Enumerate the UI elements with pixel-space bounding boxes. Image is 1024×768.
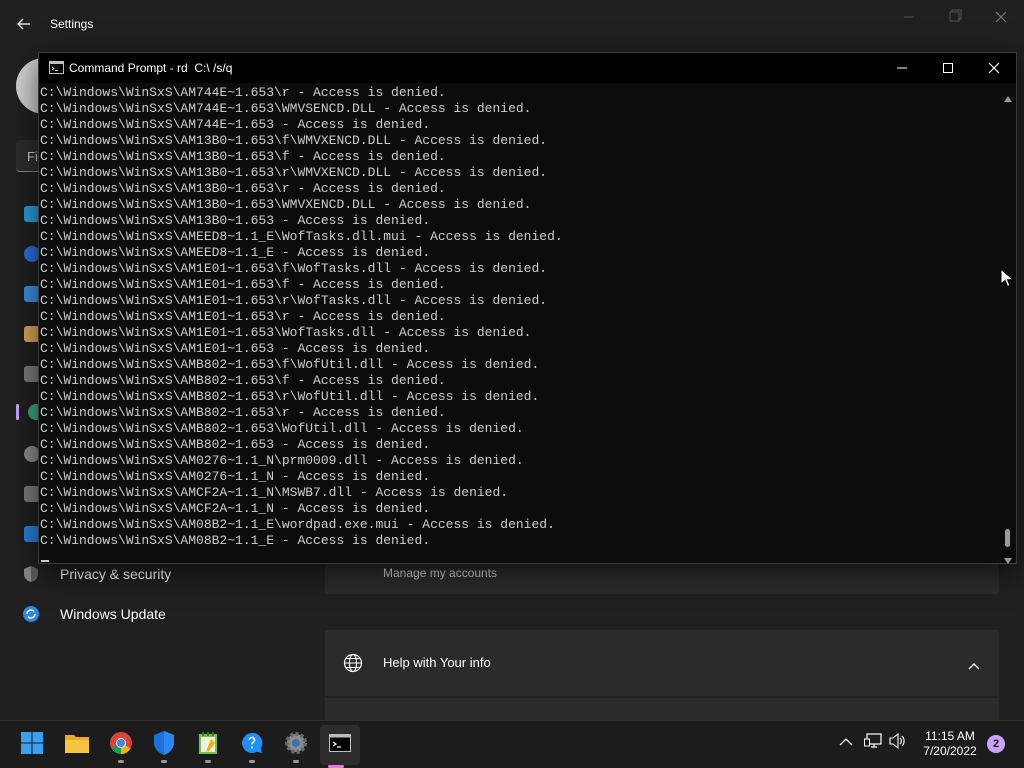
show-hidden-icons-button[interactable] [836, 733, 856, 753]
network-button[interactable] [863, 732, 883, 754]
chrome-icon [109, 731, 133, 760]
command-prompt-window: Command Prompt - rd C:\ /s/q C:\Windows\… [38, 52, 1017, 564]
clock-date: 7/20/2022 [923, 744, 977, 758]
cmd-close-button[interactable] [971, 53, 1017, 83]
sidebar-item-windows-update[interactable]: Windows Update [22, 599, 166, 629]
console-line: C:\Windows\WinSxS\AMCF2A~1.1_N - Access … [40, 501, 431, 516]
help-with-info-text: Help with Your info [383, 655, 491, 670]
console-line: C:\Windows\WinSxS\AM08B2~1.1_E\wordpad.e… [40, 517, 555, 532]
text-cursor [41, 560, 49, 562]
taskbar-clock[interactable]: 11:15 AM 7/20/2022 [915, 729, 985, 759]
volume-icon [889, 732, 907, 754]
scroll-up-icon[interactable] [1004, 89, 1012, 107]
taskbar-get-help[interactable] [236, 729, 268, 763]
command-prompt-icon [329, 733, 351, 757]
settings-minimize-button[interactable] [894, 8, 924, 26]
settings-icon [284, 731, 308, 760]
running-indicator [118, 760, 124, 763]
console-line: C:\Windows\WinSxS\AM13B0~1.653 - Access … [40, 213, 431, 228]
scroll-down-icon[interactable] [1004, 551, 1012, 569]
console-line: C:\Windows\WinSxS\AM0276~1.1_N - Access … [40, 469, 431, 484]
shield-icon [22, 565, 40, 583]
cmd-minimize-button[interactable] [879, 53, 925, 83]
chevron-up-icon[interactable] [967, 658, 981, 670]
taskbar-file-explorer[interactable] [61, 729, 93, 761]
get-help-icon [240, 731, 264, 760]
start-icon [20, 731, 44, 760]
console-line: C:\Windows\WinSxS\AM13B0~1.653\f - Acces… [40, 149, 446, 164]
console-line: C:\Windows\WinSxS\AM1E01~1.653\r\WofTask… [40, 293, 548, 308]
command-prompt-icon [49, 61, 64, 74]
console-line: C:\Windows\WinSxS\AM1E01~1.653 - Access … [40, 341, 431, 356]
running-indicator [293, 760, 299, 763]
console-line: C:\Windows\WinSxS\AM0276~1.1_N\prm0009.d… [40, 453, 524, 468]
sidebar-item-label: Windows Update [60, 606, 166, 622]
console-line: C:\Windows\WinSxS\AMB802~1.653\WofUtil.d… [40, 421, 524, 436]
manage-accounts-text: Manage my accounts [383, 566, 498, 580]
help-with-info-card[interactable]: Help with Your info [325, 630, 999, 696]
taskbar-command-prompt[interactable] [320, 725, 360, 768]
notification-badge[interactable]: 2 [987, 735, 1005, 753]
search-prefix-text: Fi [27, 149, 38, 164]
console-line: C:\Windows\WinSxS\AM13B0~1.653\r - Acces… [40, 181, 446, 196]
console-line: C:\Windows\WinSxS\AM744E~1.653 - Access … [40, 117, 431, 132]
console-line: C:\Windows\WinSxS\AM13B0~1.653\f\WMVXENC… [40, 133, 548, 148]
console-line: C:\Windows\WinSxS\AMB802~1.653\f - Acces… [40, 373, 446, 388]
console-line: C:\Windows\WinSxS\AMB802~1.653 - Access … [40, 437, 431, 452]
console-line: C:\Windows\WinSxS\AMB802~1.653\f\WofUtil… [40, 357, 540, 372]
console-line: C:\Windows\WinSxS\AMEED8~1.1_E - Access … [40, 245, 431, 260]
settings-restore-button[interactable] [940, 8, 970, 26]
console-output[interactable]: C:\Windows\WinSxS\AM744E~1.653\r - Acces… [39, 85, 997, 563]
nav-selection-indicator [16, 404, 19, 420]
cmd-maximize-button[interactable] [925, 53, 971, 83]
console-lines: C:\Windows\WinSxS\AM744E~1.653\r - Acces… [39, 85, 997, 549]
clock-time: 11:15 AM [925, 729, 975, 743]
console-line: C:\Windows\WinSxS\AM1E01~1.653\f\WofTask… [40, 261, 548, 276]
start-button[interactable] [16, 729, 48, 761]
taskbar-defender[interactable] [148, 729, 180, 763]
windows-update-icon [22, 605, 40, 623]
defender-icon [152, 730, 176, 761]
console-line: C:\Windows\WinSxS\AMEED8~1.1_E\WofTasks.… [40, 229, 563, 244]
console-line: C:\Windows\WinSxS\AM13B0~1.653\r\WMVXENC… [40, 165, 548, 180]
notepad-icon [197, 731, 219, 760]
taskbar: 11:15 AM 7/20/2022 [0, 720, 1024, 768]
help-card-content [325, 698, 999, 720]
cmd-titlebar[interactable]: Command Prompt - rd C:\ /s/q [39, 53, 1016, 83]
settings-title: Settings [50, 17, 94, 31]
console-line: C:\Windows\WinSxS\AMB802~1.653\r\WofUtil… [40, 389, 540, 404]
globe-icon [343, 653, 363, 673]
taskbar-notepad[interactable] [192, 729, 224, 763]
running-indicator [205, 760, 211, 763]
volume-button[interactable] [888, 732, 908, 754]
sidebar-item-label: Privacy & security [60, 566, 172, 582]
console-line: C:\Windows\WinSxS\AMCF2A~1.1_N\MSWB7.dll… [40, 485, 509, 500]
console-line: C:\Windows\WinSxS\AM1E01~1.653\r - Acces… [40, 309, 446, 324]
taskbar-settings[interactable] [280, 729, 312, 763]
settings-close-button[interactable] [986, 8, 1016, 26]
file-explorer-icon [64, 732, 90, 759]
scroll-thumb[interactable] [1005, 529, 1010, 547]
mouse-pointer-icon [1000, 267, 1015, 288]
console-line: C:\Windows\WinSxS\AM1E01~1.653\f - Acces… [40, 277, 446, 292]
chevron-up-icon [839, 734, 853, 752]
console-line: C:\Windows\WinSxS\AM13B0~1.653\WMVXENCD.… [40, 197, 532, 212]
back-arrow-icon[interactable] [14, 14, 34, 34]
console-scrollbar[interactable] [1001, 85, 1015, 564]
console-line: C:\Windows\WinSxS\AM744E~1.653\r - Acces… [40, 85, 446, 100]
console-line: C:\Windows\WinSxS\AM744E~1.653\WMVSENCD.… [40, 101, 532, 116]
cmd-title: Command Prompt - rd C:\ /s/q [69, 61, 233, 75]
taskbar-chrome[interactable] [105, 729, 137, 763]
console-line: C:\Windows\WinSxS\AMB802~1.653\r - Acces… [40, 405, 446, 420]
running-indicator [249, 760, 255, 763]
network-icon [864, 732, 882, 754]
console-line: C:\Windows\WinSxS\AM1E01~1.653\WofTasks.… [40, 325, 532, 340]
settings-titlebar: Settings [0, 0, 1024, 48]
running-indicator [161, 760, 167, 763]
console-line: C:\Windows\WinSxS\AM08B2~1.1_E - Access … [40, 533, 431, 548]
